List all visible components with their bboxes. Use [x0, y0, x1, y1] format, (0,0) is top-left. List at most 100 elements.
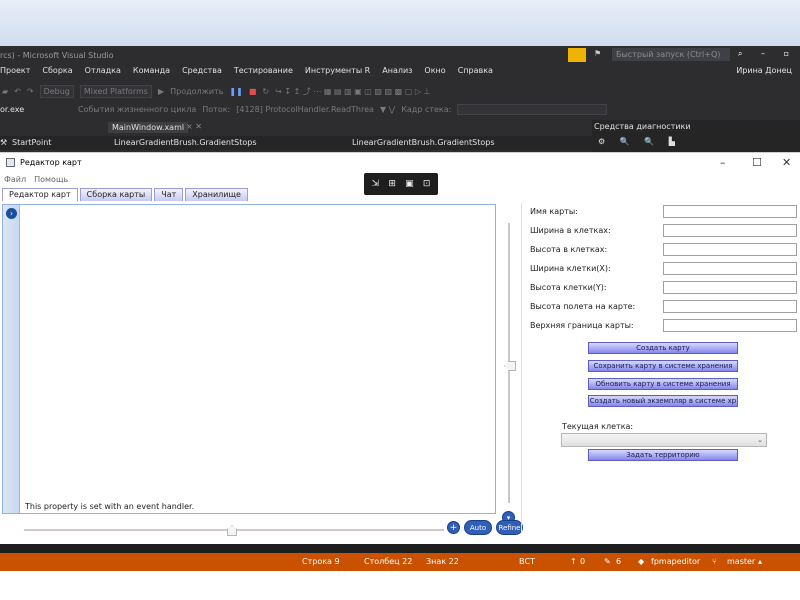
current-cell-combobox[interactable]: ⌄ — [561, 433, 767, 447]
nav-element-dropdown[interactable]: LinearGradientBrush.GradientStops — [114, 138, 257, 147]
map-canvas[interactable]: › This property is set with an event han… — [2, 204, 496, 514]
save-icon[interactable]: ▰ — [2, 87, 8, 96]
slide-background-header — [0, 0, 800, 46]
vertical-slider-thumb[interactable] — [504, 361, 516, 371]
stop-icon[interactable]: ■ — [249, 87, 257, 96]
zoom-in-button[interactable]: + — [447, 521, 460, 534]
account-name[interactable]: Ирина Донец — [736, 66, 792, 75]
lifecycle-events[interactable]: События жизненного цикла — [78, 105, 196, 114]
tab-map-editor[interactable]: Редактор карт — [2, 188, 78, 201]
update-map-button[interactable]: Обновить карту в системе хранения — [588, 378, 738, 390]
status-char: Знак 22 — [426, 557, 459, 566]
tab-chat[interactable]: Чат — [154, 188, 184, 201]
menu-debug[interactable]: Отладка — [85, 66, 121, 80]
menu-window[interactable]: Окно — [424, 66, 445, 80]
step-icons[interactable]: ↪ ↧ ↥ ⤴ ⋯ ▦ ▤ ▥ ▣ ◫ ▧ ▨ ▩ ▢ ▷ ⊥ — [275, 86, 430, 97]
map-name-input[interactable] — [663, 205, 797, 218]
map-name-label: Имя карты: — [530, 207, 578, 216]
slide-background-footer — [0, 571, 800, 600]
vs-window-title: rcs) - Microsoft Visual Studio — [0, 51, 114, 60]
thread-label: Поток: — [202, 104, 231, 114]
visual-studio-window: rcs) - Microsoft Visual Studio ⚑ Быстрый… — [0, 46, 800, 152]
config-dropdown[interactable]: Debug — [39, 84, 74, 98]
thread-dropdown[interactable]: [4128] ProtocolHandler.ReadThrea — [236, 105, 374, 114]
expand-arrow-icon[interactable]: › — [6, 208, 17, 219]
status-insert-mode: ВСТ — [519, 557, 535, 566]
close-icon[interactable]: × ✕ — [186, 122, 202, 131]
create-map-button[interactable]: Создать карту — [588, 342, 738, 354]
diagnostics-toolbar-icons[interactable]: ⚙ 🔍 🔍 ▙ — [598, 137, 681, 146]
diagnostics-title: Средства диагностики — [594, 122, 691, 131]
cell-height-input[interactable] — [663, 281, 797, 294]
nav-member-dropdown[interactable]: StartPoint — [12, 138, 51, 147]
status-row: Строка 9 — [302, 557, 340, 566]
create-instance-button[interactable]: Создать новый экземпляр в системе хр — [588, 395, 738, 407]
height-cells-input[interactable] — [663, 243, 797, 256]
pause-icon[interactable]: ❚❚ — [229, 87, 242, 96]
platform-dropdown[interactable]: Mixed Platforms — [79, 84, 152, 98]
app-tabs: Редактор карт Сборка карты Чат Хранилище — [0, 188, 248, 201]
save-map-button[interactable]: Сохранить карту в системе хранения — [588, 360, 738, 372]
app-title: Редактор карт — [20, 158, 82, 167]
horizontal-slider[interactable] — [24, 525, 444, 536]
vs-menu-bar: Проект Сборка Отладка Команда Средства Т… — [0, 66, 800, 80]
menu-build[interactable]: Сборка — [42, 66, 72, 80]
track-focus-icon[interactable]: ⊡ — [423, 179, 431, 189]
menu-tools[interactable]: Средства — [182, 66, 222, 80]
continue-button[interactable]: Продолжить — [170, 87, 223, 96]
set-territory-button[interactable]: Задать территорию — [588, 449, 738, 461]
select-element-icon[interactable]: ⇲ — [372, 179, 380, 189]
process-dropdown[interactable]: or.exe — [0, 105, 72, 114]
horizontal-slider-thumb[interactable] — [227, 525, 237, 536]
status-repo[interactable]: fpmapeditor — [651, 557, 700, 566]
feedback-icon[interactable]: ⚑ — [594, 49, 601, 58]
redo-icon[interactable]: ↷ — [27, 87, 34, 96]
tab-map-build[interactable]: Сборка карты — [79, 188, 153, 201]
vertical-zoom-slider[interactable]: ▾ — [502, 223, 516, 524]
quick-launch-input[interactable]: Быстрый запуск (Ctrl+Q) — [612, 48, 730, 61]
live-visual-tree-icon[interactable]: ⊞ — [388, 179, 396, 189]
tab-storage[interactable]: Хранилище — [185, 188, 248, 201]
diagnostics-panel: Средства диагностики ⚙ 🔍 🔍 ▙ — [592, 120, 800, 152]
display-adorners-icon[interactable]: ▣ — [405, 179, 414, 189]
arrow-up-icon: ↑ — [570, 557, 577, 566]
maximize-icon[interactable]: ☐ — [752, 156, 762, 169]
auto-button[interactable]: Auto — [464, 520, 492, 535]
menu-analyze[interactable]: Анализ — [382, 66, 412, 80]
close-icon[interactable]: ✕ — [782, 156, 791, 169]
menu-project[interactable]: Проект — [0, 66, 30, 80]
continue-icon[interactable]: ▶ — [158, 87, 164, 96]
window-controls[interactable]: ⌕ – ▫ — [738, 49, 797, 59]
menu-team[interactable]: Команда — [133, 66, 170, 80]
menu-r-tools[interactable]: Инструменты R — [305, 66, 370, 80]
vs-dark-strip — [0, 544, 800, 553]
menu-help[interactable]: Помощь — [34, 173, 68, 187]
status-pencil-count[interactable]: 6 — [616, 557, 621, 566]
filter-icon[interactable]: ▼ ⋁ — [380, 105, 395, 114]
wrench-icon: ⚒ — [0, 138, 8, 147]
menu-test[interactable]: Тестирование — [234, 66, 293, 80]
status-up-count[interactable]: 0 — [580, 557, 585, 566]
notification-flag-icon[interactable] — [568, 48, 586, 62]
tab-mainwindow-xaml[interactable]: MainWindow.xaml — [108, 122, 189, 133]
branch-menu-icon[interactable]: ▴ — [758, 557, 762, 566]
top-boundary-input[interactable] — [663, 319, 797, 332]
refine-button[interactable]: Refine — [496, 520, 523, 535]
xaml-debug-toolbar: ⇲ ⊞ ▣ ⊡ — [364, 173, 438, 195]
nav-property-dropdown[interactable]: LinearGradientBrush.GradientStops — [352, 138, 495, 147]
menu-file[interactable]: Файл — [4, 173, 26, 187]
stack-frame-dropdown[interactable] — [457, 103, 608, 115]
restart-icon[interactable]: ↻ — [262, 87, 269, 96]
flight-height-label: Высота полета на карте: — [530, 302, 636, 311]
cell-width-label: Ширина клетки(X): — [530, 264, 611, 273]
panel-divider — [521, 203, 522, 533]
undo-icon[interactable]: ↶ — [14, 87, 21, 96]
vs-title-bar: rcs) - Microsoft Visual Studio ⚑ Быстрый… — [0, 46, 800, 64]
flight-height-input[interactable] — [663, 300, 797, 313]
menu-help[interactable]: Справка — [458, 66, 493, 80]
top-boundary-label: Верхняя граница карты: — [530, 321, 634, 330]
status-branch[interactable]: master — [727, 557, 755, 566]
cell-width-input[interactable] — [663, 262, 797, 275]
minimize-icon[interactable]: – — [720, 156, 726, 169]
width-cells-input[interactable] — [663, 224, 797, 237]
